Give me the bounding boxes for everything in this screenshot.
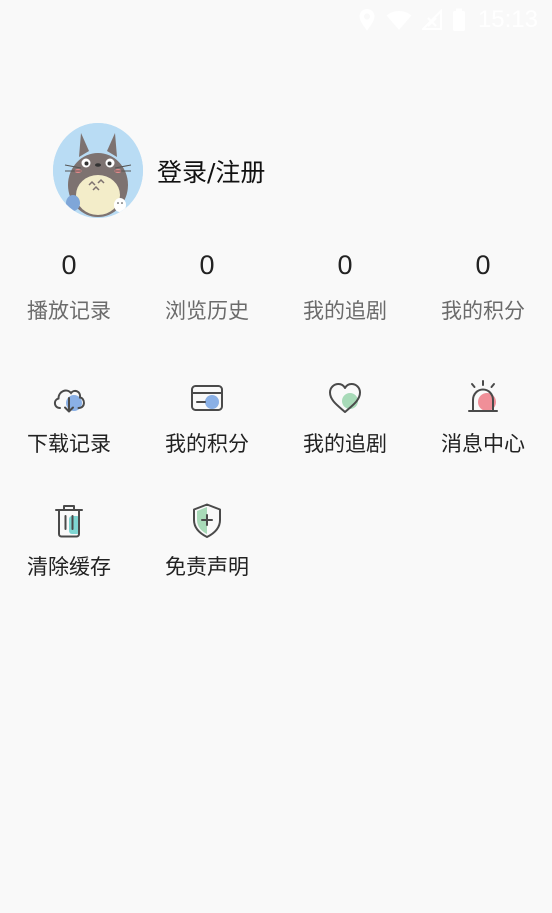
alarm-light-icon: [463, 378, 503, 418]
stat-value: 0: [199, 250, 215, 280]
menu-item-following[interactable]: 我的追剧: [276, 378, 414, 458]
menu-grid-row-2: 清除缓存 免责声明: [0, 501, 552, 581]
totoro-avatar: [53, 123, 143, 218]
menu-item-clear-cache[interactable]: 清除缓存: [0, 501, 138, 581]
heart-icon: [325, 378, 365, 418]
status-icons: 15:13: [358, 7, 538, 33]
menu-item-label: 下载记录: [27, 432, 111, 456]
wallet-card-icon: [187, 378, 227, 418]
trash-icon: [49, 501, 89, 541]
cloud-download-icon: [49, 378, 89, 418]
stat-my-points[interactable]: 0 我的积分: [414, 248, 552, 325]
stat-label: 浏览历史: [165, 299, 249, 323]
login-register-link[interactable]: 登录/注册: [157, 153, 265, 189]
profile-header: 登录/注册: [53, 123, 265, 218]
location-icon: [358, 8, 376, 32]
stat-my-following[interactable]: 0 我的追剧: [276, 248, 414, 325]
menu-item-downloads[interactable]: 下载记录: [0, 378, 138, 458]
menu-item-label: 免责声明: [165, 555, 249, 579]
menu-item-label: 我的追剧: [303, 432, 387, 456]
menu-item-label: 清除缓存: [27, 555, 111, 579]
stat-label: 我的积分: [441, 299, 525, 323]
no-signal-icon: [421, 9, 442, 31]
menu-grid-row-1: 下载记录 我的积分 我的追剧 消息中心: [0, 378, 552, 458]
stat-label: 播放记录: [27, 299, 111, 323]
menu-item-points[interactable]: 我的积分: [138, 378, 276, 458]
shield-plus-icon: [187, 501, 227, 541]
menu-item-label: 我的积分: [165, 432, 249, 456]
menu-item-messages[interactable]: 消息中心: [414, 378, 552, 458]
wifi-icon: [386, 9, 412, 31]
status-time: 15:13: [477, 6, 538, 33]
stat-browse-history[interactable]: 0 浏览历史: [138, 248, 276, 325]
stat-label: 我的追剧: [303, 299, 387, 323]
avatar[interactable]: [53, 123, 143, 218]
stat-value: 0: [61, 250, 77, 280]
battery-icon: [452, 8, 466, 32]
status-bar: 15:13: [0, 0, 552, 40]
menu-item-disclaimer[interactable]: 免责声明: [138, 501, 276, 581]
stat-play-history[interactable]: 0 播放记录: [0, 248, 138, 325]
stat-value: 0: [475, 250, 491, 280]
stats-row: 0 播放记录 0 浏览历史 0 我的追剧 0 我的积分: [0, 248, 552, 325]
menu-item-label: 消息中心: [441, 432, 525, 456]
stat-value: 0: [337, 250, 353, 280]
